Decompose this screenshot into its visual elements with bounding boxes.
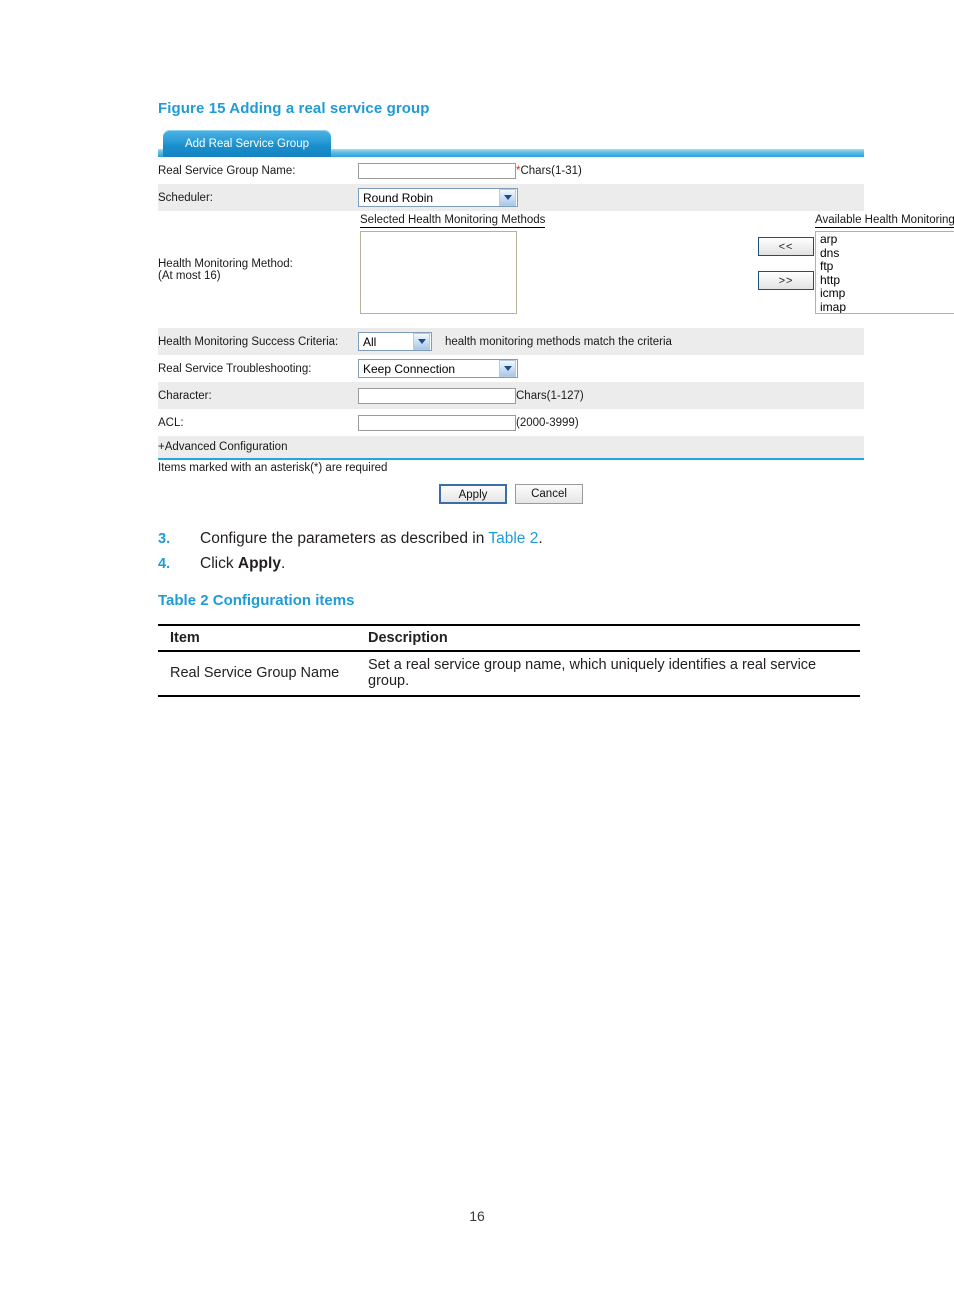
acl-label: ACL: [158, 409, 358, 436]
success-criteria-select[interactable]: All [358, 332, 432, 351]
character-input[interactable] [358, 387, 516, 404]
tab-strip: Add Real Service Group [158, 130, 864, 157]
column-header-item: Item [158, 624, 356, 652]
form-row-troubleshooting: Real Service Troubleshooting: Keep Conne… [158, 355, 864, 382]
available-methods-listbox[interactable]: arp dns ftp http icmp imap [815, 231, 954, 314]
selected-methods-options [361, 232, 516, 233]
step-4: 4. Click Apply. [158, 555, 858, 573]
selected-methods-label: Selected Health Monitoring Methods [360, 214, 546, 228]
chevron-down-icon[interactable] [499, 189, 516, 206]
dual-list-container: Selected Health Monitoring Methods << >>… [358, 211, 954, 328]
cell-item: Real Service Group Name [158, 651, 356, 697]
add-real-service-group-panel: Add Real Service Group Real Service Grou… [158, 130, 954, 504]
scheduler-select[interactable]: Round Robin [358, 188, 518, 207]
list-item[interactable]: dns [816, 246, 954, 261]
success-criteria-hint: health monitoring methods match the crit… [445, 335, 672, 348]
scheduler-field-cell: Round Robin [358, 184, 864, 211]
group-name-field-cell: *Chars(1-31) [358, 157, 864, 184]
list-item[interactable]: icmp [816, 287, 954, 301]
chevron-down-icon[interactable] [499, 360, 516, 377]
configuration-items-table: Item Description Real Service Group Name… [158, 624, 860, 697]
tab-add-real-service-group[interactable]: Add Real Service Group [163, 130, 331, 157]
character-hint: Chars(1-127) [516, 389, 584, 402]
move-to-available-label: >> [778, 274, 794, 287]
step-3: 3. Configure the parameters as described… [158, 530, 858, 548]
scheduler-selected-value: Round Robin [363, 190, 434, 205]
group-name-hint: Chars(1-31) [520, 164, 582, 177]
scheduler-label: Scheduler: [158, 184, 358, 211]
list-item[interactable]: http [816, 273, 954, 288]
move-to-selected-button[interactable]: << [758, 237, 814, 256]
health-method-label-line2: (At most 16) [158, 269, 221, 282]
configuration-form: Real Service Group Name: *Chars(1-31) Sc… [158, 157, 954, 460]
step-3-number: 3. [158, 531, 171, 547]
acl-field-cell: (2000-3999) [358, 409, 864, 436]
acl-hint: (2000-3999) [516, 416, 579, 429]
success-criteria-label: Health Monitoring Success Criteria: [158, 328, 358, 355]
table-row: Real Service Group Name Set a real servi… [158, 651, 860, 697]
apply-button[interactable]: Apply [439, 484, 507, 504]
form-row-success-criteria: Health Monitoring Success Criteria: All … [158, 328, 864, 355]
troubleshooting-selected-value: Keep Connection [363, 361, 456, 376]
list-item[interactable]: arp [816, 232, 954, 247]
table-header-row: Item Description [158, 624, 860, 652]
step-3-text-after: . [538, 530, 543, 547]
group-name-input[interactable] [358, 162, 516, 179]
step-4-apply-emphasis: Apply [237, 555, 281, 572]
step-4-text: Click Apply. [200, 555, 285, 573]
character-field-cell: Chars(1-127) [358, 382, 864, 409]
troubleshooting-select[interactable]: Keep Connection [358, 359, 518, 378]
troubleshooting-label: Real Service Troubleshooting: [158, 355, 358, 382]
step-4-text-before: Click [200, 555, 238, 572]
cell-description: Set a real service group name, which uni… [356, 651, 860, 697]
form-row-character: Character: Chars(1-127) [158, 382, 864, 409]
acl-input[interactable] [358, 414, 516, 431]
health-method-label-line1: Health Monitoring Method: [158, 257, 293, 270]
selected-methods-listbox[interactable] [360, 231, 517, 314]
list-item[interactable]: imap [816, 300, 954, 313]
required-fields-note: Items marked with an asterisk(*) are req… [158, 462, 388, 474]
table-2-link[interactable]: Table 2 [488, 530, 538, 547]
group-name-label: Real Service Group Name: [158, 157, 358, 184]
success-criteria-selected-value: All [363, 334, 377, 349]
form-row-advanced: +Advanced Configuration [158, 436, 864, 460]
form-row-acl: ACL: (2000-3999) [158, 409, 864, 436]
step-3-text-before: Configure the parameters as described in [200, 530, 489, 547]
available-methods-options: arp dns ftp http icmp imap [816, 232, 954, 313]
move-to-available-button[interactable]: >> [758, 271, 814, 290]
step-4-text-after: . [280, 555, 286, 572]
chevron-down-icon[interactable] [413, 333, 430, 350]
procedure-steps: 3. Configure the parameters as described… [158, 530, 858, 580]
column-header-description: Description [356, 624, 860, 652]
character-label: Character: [158, 382, 358, 409]
health-method-field-cell: Selected Health Monitoring Methods << >>… [358, 211, 954, 328]
table-caption: Table 2 Configuration items [158, 592, 355, 609]
form-action-buttons: Apply Cancel [158, 474, 864, 504]
available-methods-label: Available Health Monitoring Methods [815, 214, 954, 228]
list-item[interactable]: ftp [816, 260, 954, 274]
advanced-configuration-toggle[interactable]: +Advanced Configuration [158, 436, 864, 460]
step-3-text: Configure the parameters as described in… [200, 530, 543, 548]
move-to-selected-label: << [778, 240, 794, 253]
tab-label: Add Real Service Group [184, 137, 309, 150]
cancel-button[interactable]: Cancel [515, 484, 583, 504]
form-row-group-name: Real Service Group Name: *Chars(1-31) [158, 157, 864, 184]
figure-caption: Figure 15 Adding a real service group [158, 100, 430, 117]
troubleshooting-field-cell: Keep Connection [358, 355, 864, 382]
health-method-label: Health Monitoring Method: (At most 16) [158, 211, 358, 328]
form-row-health-method: Health Monitoring Method: (At most 16) S… [158, 211, 954, 328]
form-row-scheduler: Scheduler: Round Robin [158, 184, 864, 211]
success-criteria-field-cell: All health monitoring methods match the … [358, 328, 864, 355]
step-4-number: 4. [158, 556, 171, 572]
page-number: 16 [469, 1208, 485, 1224]
